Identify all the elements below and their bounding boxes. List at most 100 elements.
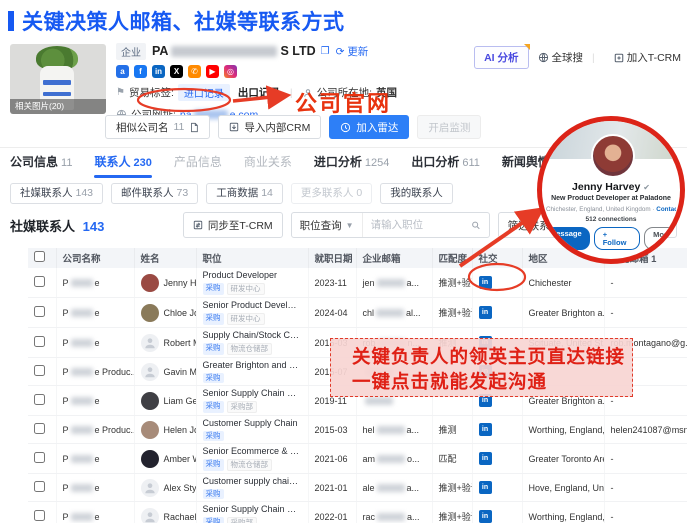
- row-checkbox[interactable]: [34, 423, 45, 434]
- search-icon[interactable]: [471, 220, 481, 231]
- table-row[interactable]: Pe Chloe Jones Senior Product Developer …: [28, 298, 687, 328]
- contact-name[interactable]: Alex Styles: [164, 483, 197, 493]
- table-row[interactable]: Pe Alex Styles Customer supply chain coo…: [28, 474, 687, 502]
- contact-name[interactable]: Amber Whitty: [164, 454, 197, 464]
- linkedin-icon[interactable]: in: [479, 276, 492, 289]
- contact-name[interactable]: Helen Johnstone: [164, 425, 197, 435]
- cell-date: 2022-01: [308, 502, 356, 523]
- chevron-down-icon: ▼: [346, 221, 354, 230]
- global-search-label: 全球搜: [552, 50, 584, 65]
- contact-name[interactable]: Liam Gent: [164, 396, 197, 406]
- col-match[interactable]: 匹配度: [432, 248, 472, 268]
- linkedin-icon[interactable]: in: [479, 452, 492, 465]
- contact-name[interactable]: Robert Monta...: [164, 338, 197, 348]
- col-email[interactable]: 企业邮箱: [356, 248, 432, 268]
- company-prefix: P: [63, 367, 69, 377]
- profile-headline: New Product Developer at Paladone: [550, 195, 672, 202]
- linkedin-icon[interactable]: in: [479, 306, 492, 319]
- tab-label: 公司信息: [10, 155, 58, 169]
- linkedin-icon[interactable]: in: [479, 423, 492, 436]
- global-search-button[interactable]: 全球搜: [538, 50, 584, 65]
- youtube-icon[interactable]: ▶: [206, 65, 219, 78]
- facebook-icon[interactable]: f: [134, 65, 147, 78]
- row-checkbox[interactable]: [34, 306, 45, 317]
- email-suffix: a...: [407, 425, 420, 435]
- cell-name: Gavin Meeks: [134, 358, 196, 386]
- instagram-icon[interactable]: ◎: [224, 65, 237, 78]
- select-all-checkbox[interactable]: [34, 251, 45, 262]
- page: 关键决策人邮箱、社媒等联系方式 相关图片(20) 企业 PA S LTD ❐ ⟳…: [0, 0, 687, 523]
- more-button[interactable]: More: [644, 227, 680, 250]
- job-search-input[interactable]: [371, 219, 471, 231]
- tab-6[interactable]: 出口分析611: [411, 153, 480, 176]
- table-row[interactable]: Pe Produc... Helen Johnstone Customer Su…: [28, 416, 687, 444]
- ai-analysis-button[interactable]: AI 分析: [474, 46, 528, 69]
- col-position[interactable]: 职位: [196, 248, 308, 268]
- table-row[interactable]: Pe Jenny Harvey Product Developer 采购研发中心…: [28, 268, 687, 298]
- chip-4[interactable]: 更多联系人0: [291, 183, 372, 204]
- contact-name[interactable]: Rachael Kelly: [164, 512, 197, 522]
- email-redacted: [377, 279, 405, 287]
- row-checkbox[interactable]: [34, 276, 45, 287]
- cell-extra-email: -: [604, 502, 687, 523]
- contact-info-link[interactable]: Contact info: [656, 206, 676, 213]
- tab-4[interactable]: 商业关系: [244, 153, 292, 176]
- email-prefix: rac: [363, 512, 376, 522]
- copy-icon[interactable]: ❐: [321, 46, 330, 57]
- table-row[interactable]: Pe Amber Whitty Senior Ecommerce & Suppl…: [28, 444, 687, 474]
- row-checkbox[interactable]: [34, 510, 45, 521]
- import-crm-button[interactable]: 导入内部CRM: [218, 115, 321, 139]
- chip-2[interactable]: 邮件联系人73: [111, 183, 198, 204]
- row-checkbox[interactable]: [34, 481, 45, 492]
- add-radar-button[interactable]: 加入雷达: [329, 115, 409, 139]
- cell-name: Helen Johnstone: [134, 416, 196, 444]
- col-company[interactable]: 公司名称: [56, 248, 134, 268]
- contact-name[interactable]: Chloe Jones: [164, 308, 197, 318]
- profile-location: Chichester, England, United Kingdom · Co…: [546, 206, 676, 213]
- contact-name[interactable]: Gavin Meeks: [164, 367, 197, 377]
- cell-social: in: [472, 268, 522, 298]
- linkedin-icon[interactable]: in: [479, 510, 492, 523]
- linkedin-icon[interactable]: in: [152, 65, 165, 78]
- tab-1[interactable]: 公司信息11: [10, 153, 72, 176]
- monitor-button[interactable]: 开启监测: [417, 115, 481, 139]
- message-button[interactable]: Message: [542, 227, 590, 250]
- import-record-chip[interactable]: 进口记录: [178, 84, 230, 101]
- row-checkbox[interactable]: [34, 452, 45, 463]
- company-redacted: [71, 513, 93, 521]
- chip-5[interactable]: 我的联系人: [380, 183, 453, 204]
- email-redacted: [377, 455, 405, 463]
- follow-button[interactable]: + Follow: [594, 227, 640, 250]
- cell-company: Pe: [56, 328, 134, 358]
- linkedin-icon[interactable]: in: [479, 481, 492, 494]
- chip-1[interactable]: 社媒联系人143: [10, 183, 103, 204]
- col-name[interactable]: 姓名: [134, 248, 196, 268]
- tab-2[interactable]: 联系人230: [94, 153, 151, 176]
- radar-icon: [340, 122, 351, 133]
- sync-crm-button[interactable]: 同步至T-CRM: [183, 212, 283, 238]
- x-twitter-icon[interactable]: X: [170, 65, 183, 78]
- chip-3[interactable]: 工商数据14: [206, 183, 283, 204]
- row-checkbox[interactable]: [34, 394, 45, 405]
- similar-companies-button[interactable]: 相似公司名 11: [105, 115, 210, 139]
- phone-icon[interactable]: ✆: [188, 65, 201, 78]
- row-checkbox[interactable]: [34, 365, 45, 376]
- amazon-icon[interactable]: a: [116, 65, 129, 78]
- col-date[interactable]: 就职日期: [308, 248, 356, 268]
- position-tag: 采购: [203, 517, 224, 523]
- job-query-select[interactable]: 职位查询 ▼: [292, 213, 363, 237]
- table-row[interactable]: Pe Rachael Kelly Senior Supply Chain Coo…: [28, 502, 687, 523]
- main-tabs: 公司信息11联系人230产品信息商业关系进口分析1254出口分析611新闻舆情4…: [10, 153, 629, 177]
- tab-5[interactable]: 进口分析1254: [314, 153, 390, 176]
- export-record-chip[interactable]: 出口记录: [238, 85, 280, 100]
- tab-3[interactable]: 产品信息: [174, 153, 222, 176]
- position-title: Customer supply chain coordinator: [203, 476, 302, 487]
- contact-name[interactable]: Jenny Harvey: [164, 278, 197, 288]
- annotation-line1: 关键负责人的领英主页直达链接: [352, 344, 632, 369]
- join-crm-button[interactable]: 加入T-CRM: [614, 50, 681, 65]
- col-social[interactable]: 社交: [472, 248, 522, 268]
- refresh-button[interactable]: ⟳ 更新: [336, 44, 369, 59]
- row-checkbox[interactable]: [34, 336, 45, 347]
- company-photo[interactable]: 相关图片(20): [10, 44, 106, 114]
- cell-region: Worthing, England,...: [522, 502, 604, 523]
